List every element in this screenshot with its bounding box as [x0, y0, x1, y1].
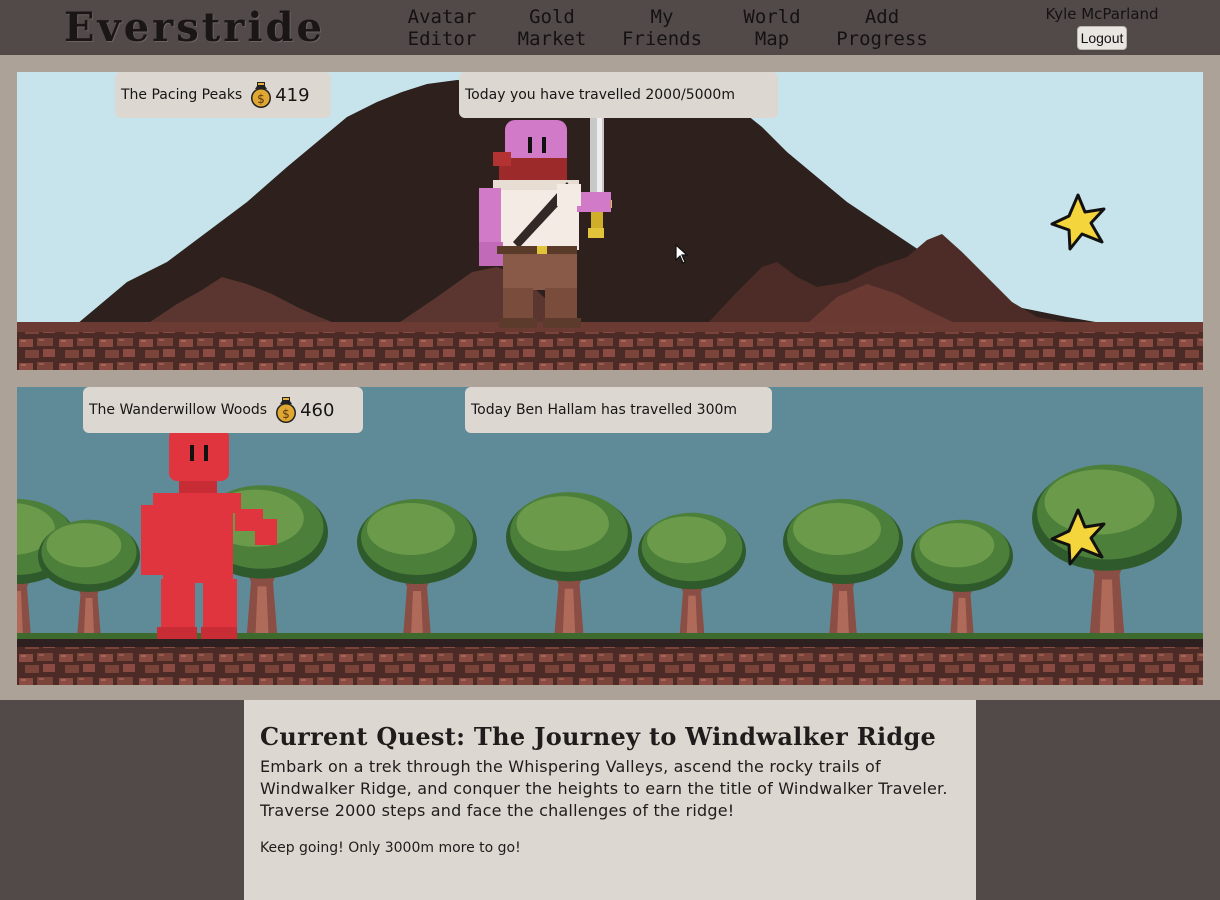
nav-label-line1: My: [650, 6, 674, 28]
nav-world-map[interactable]: World Map: [717, 6, 827, 50]
logout-button[interactable]: Logout: [1077, 26, 1127, 50]
nav-label-line2: Market: [517, 28, 587, 50]
location-card: The Pacing Peaks $ 419: [115, 72, 331, 118]
coin-bag-icon: $: [251, 82, 272, 108]
coin-count: 460: [300, 399, 335, 421]
nav-label-line1: World: [743, 6, 801, 28]
mouse-pointer-icon: [675, 244, 689, 264]
player-avatar: [479, 92, 612, 328]
coin-bag-icon: $: [276, 397, 297, 423]
location-name: The Pacing Peaks: [121, 87, 243, 103]
quest-remaining: Keep going! Only 3000m more to go!: [260, 840, 521, 856]
nav-label-line1: Avatar: [407, 6, 477, 28]
nav-my-friends[interactable]: My Friends: [607, 6, 717, 50]
coin-balance: $ 460: [275, 397, 334, 423]
nav-label-line2: Progress: [836, 28, 928, 50]
scene-pacing-peaks: The Pacing Peaks $ 419 Today you have tr…: [17, 72, 1203, 370]
friend-avatar: [141, 429, 277, 639]
coin-count: 419: [275, 84, 310, 106]
star-icon[interactable]: [1048, 507, 1108, 567]
location-card: The Wanderwillow Woods $ 460: [83, 387, 363, 433]
quest-description: Embark on a trek through the Whispering …: [260, 757, 948, 820]
nav-label-line2: Friends: [621, 28, 703, 50]
top-navbar: Everstride Avatar Editor Gold Market My …: [0, 0, 1220, 55]
nav-label-line1: Gold: [529, 6, 575, 28]
nav-add-progress[interactable]: Add Progress: [827, 6, 937, 50]
nav-label-line2: Editor: [407, 28, 477, 50]
progress-status: Today Ben Hallam has travelled 300m: [471, 402, 738, 418]
user-name: Kyle McParland: [1045, 5, 1159, 23]
coin-balance: $ 419: [250, 82, 310, 108]
progress-card: Today you have travelled 2000/5000m: [459, 72, 778, 118]
progress-card: Today Ben Hallam has travelled 300m: [465, 387, 772, 433]
svg-text:$: $: [282, 407, 290, 421]
scene-wanderwillow-woods: The Wanderwillow Woods $ 460 Today Ben H…: [17, 387, 1203, 685]
app-logo[interactable]: Everstride: [64, 2, 325, 54]
star-icon[interactable]: [1048, 192, 1108, 252]
nav-label-line1: Add: [864, 6, 900, 28]
progress-status: Today you have travelled 2000/5000m: [465, 87, 735, 103]
nav-avatar-editor[interactable]: Avatar Editor: [387, 6, 497, 50]
quest-title: Current Quest: The Journey to Windwalker…: [260, 722, 937, 751]
nav-gold-market[interactable]: Gold Market: [497, 6, 607, 50]
nav-label-line2: Map: [754, 28, 790, 50]
svg-text:$: $: [257, 92, 265, 106]
quest-card: Current Quest: The Journey to Windwalker…: [244, 700, 976, 900]
location-name: The Wanderwillow Woods: [89, 402, 268, 418]
